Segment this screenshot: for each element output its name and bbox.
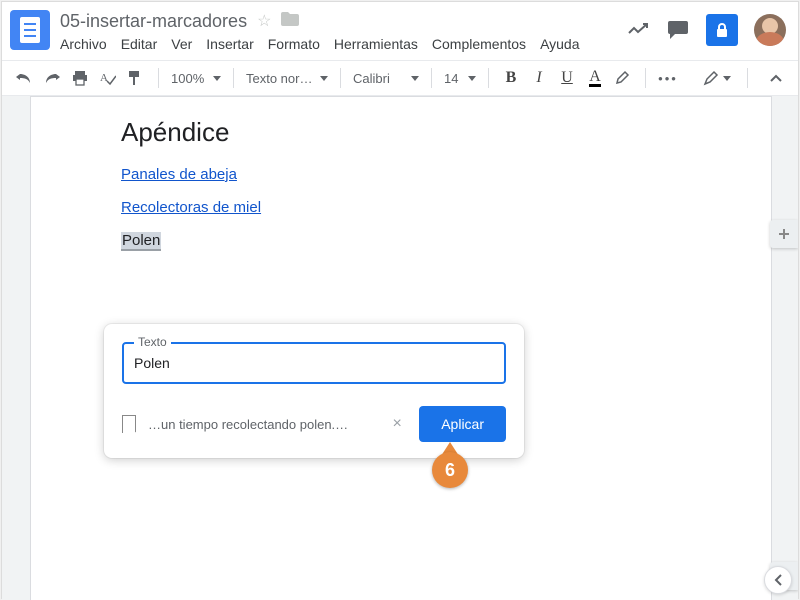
clear-suggestion-button[interactable]: × [387,415,407,433]
selected-text[interactable]: Polen [121,232,161,251]
menu-view[interactable]: Ver [171,36,192,52]
font-size-value: 14 [444,71,458,86]
editing-mode-dropdown[interactable] [703,70,731,86]
link-text-input[interactable] [134,355,494,371]
link-recolectoras[interactable]: Recolectoras de miel [121,199,261,216]
menu-format[interactable]: Formato [268,36,320,52]
share-button[interactable] [706,14,738,46]
underline-button[interactable]: U [555,66,579,90]
link-suggestion[interactable]: …un tiempo recolectando polen.… [148,417,375,432]
step-number: 6 [432,452,468,488]
menu-edit[interactable]: Editar [121,36,158,52]
bold-button[interactable]: B [499,66,523,90]
link-panales[interactable]: Panales de abeja [121,166,237,183]
svg-text:A: A [100,72,108,84]
menu-tools[interactable]: Herramientas [334,36,418,52]
show-side-panel-button[interactable] [764,566,792,594]
undo-button[interactable] [12,66,36,90]
highlight-color-button[interactable] [611,66,635,90]
comments-icon[interactable] [666,18,690,42]
activity-icon[interactable] [626,18,650,42]
menu-help[interactable]: Ayuda [540,36,579,52]
document-title[interactable]: 05-insertar-marcadores [60,11,247,32]
more-tools-button[interactable]: ••• [656,66,680,90]
folder-icon[interactable] [281,12,299,31]
italic-button[interactable]: I [527,66,551,90]
menu-insert[interactable]: Insertar [206,36,253,52]
docs-logo-icon[interactable] [10,10,50,50]
side-add-button[interactable] [770,220,798,248]
heading-apendice[interactable]: Apéndice [121,117,681,148]
paint-format-button[interactable] [124,66,148,90]
text-color-button[interactable]: A [583,66,607,90]
toolbar: A 100% Texto norm… Calibri 14 B I U A ••… [2,60,798,96]
redo-button[interactable] [40,66,64,90]
menu-file[interactable]: Archivo [60,36,107,52]
link-text-label: Texto [134,335,171,349]
zoom-value: 100% [171,71,204,86]
font-family-value: Calibri [353,71,390,86]
bookmark-icon [122,415,136,433]
step-callout: 6 [432,442,468,488]
menu-addons[interactable]: Complementos [432,36,526,52]
print-button[interactable] [68,66,92,90]
paragraph-style-value: Texto norm… [246,71,314,86]
link-text-field[interactable]: Texto [122,342,506,384]
star-icon[interactable]: ☆ [257,11,271,31]
document-canvas: Apéndice Panales de abeja Recolectoras d… [2,96,798,600]
collapse-toolbar-button[interactable] [764,66,788,90]
menubar: Archivo Editar Ver Insertar Formato Herr… [60,36,580,52]
link-popover: Texto …un tiempo recolectando polen.… × … [104,324,524,458]
titlebar: 05-insertar-marcadores ☆ Archivo Editar … [2,2,798,60]
font-size-dropdown[interactable]: 14 [442,66,478,90]
paragraph-style-dropdown[interactable]: Texto norm… [244,66,330,90]
spellcheck-button[interactable]: A [96,66,120,90]
apply-button[interactable]: Aplicar [419,406,506,442]
account-avatar[interactable] [754,14,786,46]
zoom-dropdown[interactable]: 100% [169,66,223,90]
font-family-dropdown[interactable]: Calibri [351,66,421,90]
